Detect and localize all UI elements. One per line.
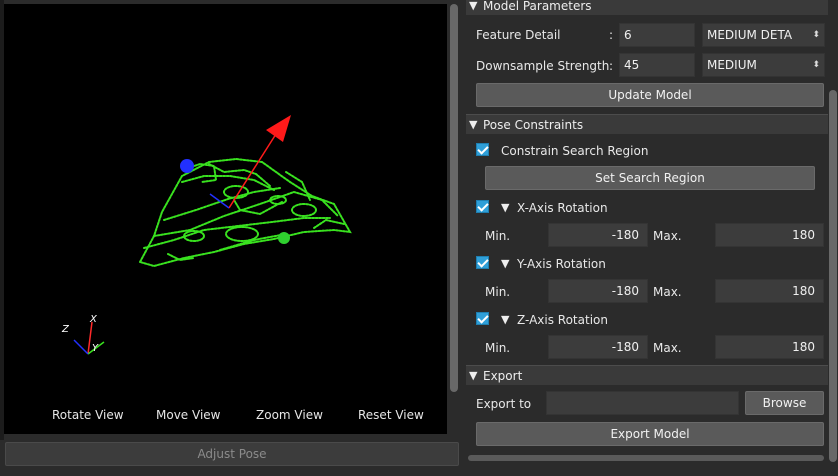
- x-min-field[interactable]: -180: [548, 223, 648, 247]
- export-title: Export: [483, 369, 523, 383]
- z-min-field[interactable]: -180: [548, 335, 648, 359]
- triangle-down-icon: ▼: [469, 369, 478, 382]
- zoom-view-button[interactable]: Zoom View: [256, 408, 323, 422]
- y-max-field[interactable]: 180: [715, 279, 824, 303]
- downsample-strength-select-value: MEDIUM: [707, 58, 757, 72]
- set-search-region-button[interactable]: Set Search Region: [485, 166, 815, 190]
- feature-detail-sep: :: [609, 28, 614, 42]
- move-view-button[interactable]: Move View: [156, 408, 220, 422]
- pose-constraints-header[interactable]: ▼ Pose Constraints: [466, 114, 828, 134]
- x-max-label: Max.: [653, 229, 682, 243]
- viewer-frame: X Y Z Rotate View Move View Zoom View Re…: [0, 0, 463, 440]
- z-axis-label: Z: [61, 324, 70, 335]
- z-max-label: Max.: [653, 341, 682, 355]
- x-axis-rotation-checkbox[interactable]: [476, 200, 489, 213]
- y-axis-rotation-label: Y-Axis Rotation: [517, 257, 606, 271]
- export-model-button[interactable]: Export Model: [476, 422, 824, 446]
- downsample-strength-label: Downsample Strength: [476, 59, 610, 73]
- chevron-updown-icon: ⬍: [812, 30, 820, 40]
- y-min-label: Min.: [485, 285, 511, 299]
- model-parameters-header[interactable]: ▼ Model Parameters: [466, 0, 828, 15]
- x-max-field[interactable]: 180: [715, 223, 824, 247]
- reset-view-button[interactable]: Reset View: [358, 408, 424, 422]
- triangle-down-icon: ▼: [469, 118, 478, 131]
- blue-marker: [180, 159, 194, 173]
- z-min-label: Min.: [485, 341, 511, 355]
- adjust-pose-button[interactable]: Adjust Pose: [5, 442, 459, 466]
- chevron-updown-icon: ⬍: [812, 60, 820, 70]
- export-header[interactable]: ▼ Export: [466, 365, 828, 385]
- x-min-label: Min.: [485, 229, 511, 243]
- rotate-view-button[interactable]: Rotate View: [52, 408, 124, 422]
- triangle-down-icon[interactable]: ▼: [501, 201, 509, 214]
- point-cloud-render: X Y Z: [61, 115, 352, 355]
- view-controls: Rotate View Move View Zoom View Reset Vi…: [4, 408, 447, 424]
- update-model-button[interactable]: Update Model: [476, 83, 824, 107]
- point-cloud: [139, 157, 352, 268]
- z-axis-rotation-checkbox[interactable]: [476, 312, 489, 325]
- y-axis-label: Y: [92, 343, 99, 354]
- feature-detail-label: Feature Detail: [476, 28, 561, 42]
- feature-detail-select[interactable]: MEDIUM DETA ⬍: [702, 23, 825, 47]
- browse-button[interactable]: Browse: [745, 391, 824, 415]
- panel-scrollbar[interactable]: [829, 90, 837, 462]
- y-max-label: Max.: [653, 285, 682, 299]
- triangle-down-icon: ▼: [469, 0, 478, 12]
- axis-triad: X Y Z: [61, 314, 105, 355]
- panel-horizontal-scrollbar[interactable]: [468, 455, 824, 461]
- model-parameters-title: Model Parameters: [483, 0, 592, 13]
- 3d-viewport[interactable]: X Y Z Rotate View Move View Zoom View Re…: [4, 4, 447, 434]
- settings-panel: ▼ Model Parameters Feature Detail : 6 ME…: [466, 0, 838, 476]
- downsample-strength-select[interactable]: MEDIUM ⬍: [702, 53, 825, 77]
- x-axis-label: X: [89, 314, 98, 325]
- y-axis-rotation-checkbox[interactable]: [476, 256, 489, 269]
- feature-detail-field[interactable]: 6: [619, 23, 695, 47]
- x-axis-rotation-label: X-Axis Rotation: [517, 201, 608, 215]
- pose-constraints-title: Pose Constraints: [483, 118, 584, 132]
- green-marker: [278, 232, 290, 244]
- downsample-strength-sep: :: [609, 59, 614, 73]
- export-path-field[interactable]: [546, 391, 739, 415]
- constrain-search-region-checkbox[interactable]: [476, 143, 489, 156]
- z-axis-rotation-label: Z-Axis Rotation: [517, 313, 608, 327]
- viewer-scroll-thumb[interactable]: [450, 4, 458, 392]
- z-max-field[interactable]: 180: [715, 335, 824, 359]
- downsample-strength-field[interactable]: 45: [619, 53, 695, 77]
- triangle-down-icon[interactable]: ▼: [501, 313, 509, 326]
- viewer-scrollbar[interactable]: [449, 4, 459, 434]
- constrain-search-region-label: Constrain Search Region: [501, 144, 649, 158]
- feature-detail-select-value: MEDIUM DETA: [707, 28, 793, 42]
- triangle-down-icon[interactable]: ▼: [501, 257, 509, 270]
- export-to-label: Export to: [476, 397, 532, 411]
- y-min-field[interactable]: -180: [548, 279, 648, 303]
